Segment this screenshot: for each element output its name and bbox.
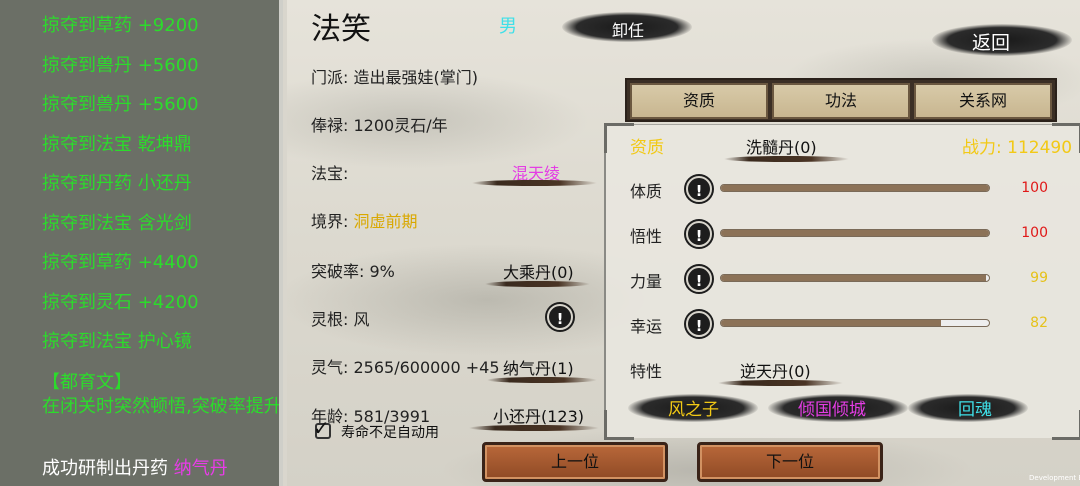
- salary-info: 俸禄: 1200灵石/年: [311, 116, 448, 135]
- stat-bar: [720, 319, 990, 327]
- wash-pill-button[interactable]: 洗髓丹(0): [724, 132, 854, 164]
- next-character-button[interactable]: 下一位: [697, 442, 883, 482]
- trait-name: 回魂: [958, 400, 992, 420]
- stat-value: 100: [1021, 225, 1048, 241]
- trait-name: 倾国倾城: [798, 400, 866, 420]
- realm-label: 境界: 洞虚前期: [311, 208, 418, 232]
- breakthrough-pill-button[interactable]: 大乘丹(0): [485, 257, 595, 291]
- stat-value: 100: [1021, 180, 1048, 196]
- log-line: 掠夺到法宝 乾坤鼎: [42, 134, 192, 155]
- trait-pill-label: 逆天丹(0): [740, 362, 811, 381]
- stat-bar: [720, 229, 990, 237]
- log-event-desc: 在闭关时突然顿悟,突破率提升: [42, 396, 282, 417]
- exclamation-circle-icon[interactable]: !: [686, 266, 712, 292]
- stat-bar: [720, 274, 990, 282]
- realm-value: 洞虚前期: [353, 212, 418, 231]
- trait-badge[interactable]: 回魂: [908, 390, 1028, 424]
- stat-bar-fill: [721, 185, 989, 191]
- tab-aptitude[interactable]: 资质: [630, 83, 768, 119]
- gender-label: 男: [499, 16, 517, 37]
- tab-techniques[interactable]: 功法: [772, 83, 910, 119]
- tab-relations[interactable]: 关系网: [914, 83, 1052, 119]
- log-line: 掠夺到灵石 +4200: [42, 292, 199, 313]
- event-log-panel[interactable]: 掠夺到草药 +9200 掠夺到兽丹 +5600 掠夺到兽丹 +5600 掠夺到法…: [0, 0, 283, 486]
- stat-bar-fill: [721, 275, 987, 281]
- spirit-root-info: 灵根: 风: [311, 310, 370, 329]
- log-craft-item: 纳气丹: [173, 458, 228, 479]
- back-button[interactable]: 返回: [932, 20, 1072, 58]
- stat-value: 99: [1030, 270, 1048, 286]
- dismiss-button[interactable]: 卸任: [562, 8, 692, 42]
- frame-corner: [1052, 410, 1080, 440]
- log-line: 掠夺到法宝 护心镜: [42, 331, 192, 352]
- trait-badge[interactable]: 风之子: [628, 390, 758, 424]
- stat-bar-fill: [721, 230, 989, 236]
- aptitude-section-title: 资质: [630, 138, 664, 158]
- breakthrough-pill-label: 大乘丹(0): [503, 263, 574, 282]
- ink-underline: [472, 180, 597, 186]
- treasure-selector[interactable]: 混天绫: [472, 158, 602, 188]
- log-line: 掠夺到草药 +9200: [42, 15, 199, 36]
- stat-label: 悟性: [630, 227, 663, 246]
- character-name: 法笑: [311, 12, 371, 47]
- log-line: 掠夺到兽丹 +5600: [42, 94, 199, 115]
- log-craft-line: 成功研制出丹药 纳气丹: [42, 457, 228, 481]
- build-label: Development Build: [1029, 474, 1080, 482]
- auto-use-label: 寿命不足自动用: [341, 425, 439, 441]
- stat-value: 82: [1030, 315, 1048, 331]
- exclamation-circle-icon[interactable]: !: [686, 176, 712, 202]
- back-label: 返回: [972, 32, 1011, 54]
- stat-label: 体质: [630, 182, 663, 201]
- auto-use-toggle[interactable]: ✓ 寿命不足自动用: [313, 416, 483, 442]
- ink-underline: [469, 425, 599, 431]
- qi-pill-button[interactable]: 纳气丹(1): [487, 353, 599, 387]
- age-pill-button[interactable]: 小还丹(123): [469, 402, 604, 436]
- qi-info: 灵气: 2565/600000 +45: [311, 358, 500, 377]
- aptitude-panel: 资质 洗髓丹(0) 战力: 112490 体质 ! 100 悟性 ! 100 力…: [604, 123, 1080, 440]
- exclamation-circle-icon[interactable]: !: [686, 221, 712, 247]
- prev-label: 上一位: [550, 452, 599, 471]
- tab-bar: 资质 功法 关系网: [625, 78, 1057, 122]
- ink-underline: [718, 380, 843, 386]
- wash-pill-label: 洗髓丹(0): [746, 138, 817, 157]
- log-event-title: 【都育文】: [42, 372, 132, 393]
- next-label: 下一位: [765, 452, 814, 471]
- checkmark-icon: ✓: [313, 416, 330, 440]
- trait-pill-button[interactable]: 逆天丹(0): [718, 357, 848, 389]
- prev-character-button[interactable]: 上一位: [482, 442, 668, 482]
- stat-label: 幸运: [630, 317, 663, 336]
- stat-bar-fill: [721, 320, 941, 326]
- trait-name: 风之子: [668, 400, 719, 420]
- dismiss-label: 卸任: [612, 21, 645, 40]
- sect-info: 门派: 造出最强娃(掌门): [311, 68, 478, 87]
- log-line: 掠夺到草药 +4400: [42, 252, 199, 273]
- age-pill-label: 小还丹(123): [493, 407, 585, 426]
- log-line: 掠夺到兽丹 +5600: [42, 55, 199, 76]
- log-line: 掠夺到丹药 小还丹: [42, 173, 192, 194]
- ink-underline: [485, 281, 590, 287]
- trait-badge[interactable]: 倾国倾城: [768, 390, 908, 424]
- stat-label: 力量: [630, 272, 663, 291]
- realm-label-text: 境界:: [311, 212, 349, 231]
- ink-underline: [724, 156, 849, 162]
- ink-underline: [487, 377, 597, 383]
- breakthrough-info: 突破率: 9%: [311, 262, 395, 281]
- exclamation-circle-icon[interactable]: !: [686, 311, 712, 337]
- treasure-label: 法宝:: [311, 164, 349, 183]
- stat-bar: [720, 184, 990, 192]
- combat-power: 战力: 112490: [962, 138, 1073, 158]
- trait-label: 特性: [630, 362, 663, 381]
- log-line: 掠夺到法宝 含光剑: [42, 213, 192, 234]
- log-craft-prefix: 成功研制出丹药: [42, 458, 168, 479]
- qi-pill-label: 纳气丹(1): [503, 359, 574, 378]
- root-info-icon[interactable]: !: [547, 304, 573, 330]
